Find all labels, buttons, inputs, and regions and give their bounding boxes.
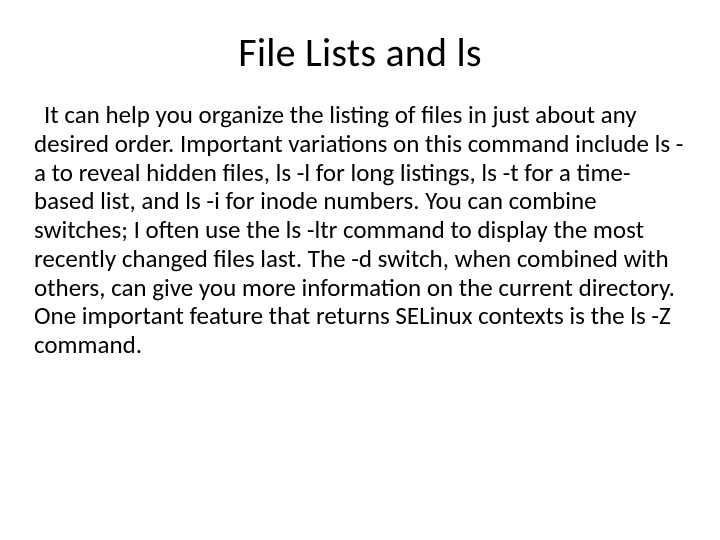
slide-title: File Lists and ls <box>34 28 686 77</box>
paragraph-1: It can help you organize the listing of … <box>34 101 686 302</box>
paragraph-2: One important feature that returns SELin… <box>34 302 686 360</box>
slide-body: It can help you organize the listing of … <box>34 101 686 360</box>
slide: File Lists and ls It can help you organi… <box>0 0 720 540</box>
